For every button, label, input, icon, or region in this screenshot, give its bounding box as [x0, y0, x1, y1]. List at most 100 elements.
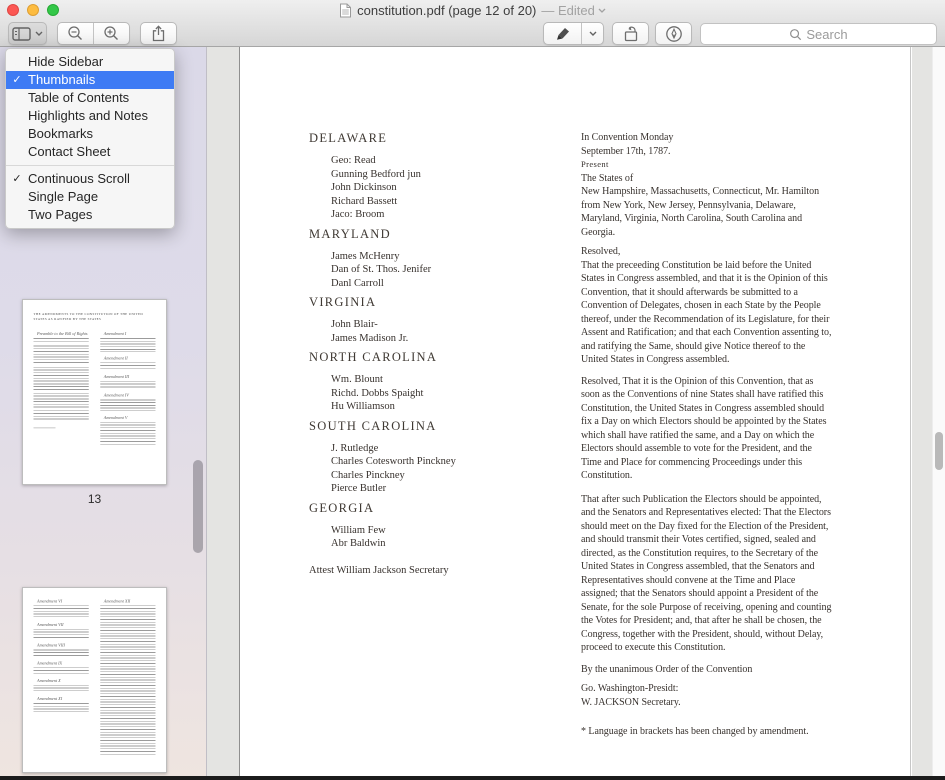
menu-item-highlights-and-notes[interactable]: Highlights and Notes: [6, 107, 174, 125]
share-icon: [151, 25, 166, 42]
marker-dropdown-button[interactable]: [581, 23, 603, 44]
delegate-name: Abr Baldwin: [331, 537, 559, 551]
thumbnail-title: THE AMENDMENTS TO THE CONSTITUTION OF TH…: [34, 312, 156, 322]
thumbnail-script-heading: Amendment I: [104, 331, 156, 336]
marker-segment: [543, 22, 604, 45]
menu-item-hide-sidebar[interactable]: Hide Sidebar: [6, 53, 174, 71]
thumbnail-left-column: Preamble to the Bill of Rights: [34, 328, 89, 446]
signature-lines: Go. Washington-Presidt: W. JACKSON Secre…: [581, 682, 833, 709]
markup-toolbar-button[interactable]: [655, 22, 692, 45]
pdf-doc-icon: [339, 3, 352, 18]
desktop-edge-strip: [0, 776, 945, 780]
present-label: Present: [581, 158, 833, 172]
delegate-name: Geo: Read: [331, 154, 559, 168]
thumbnail-text-lines: [34, 668, 89, 675]
chevron-down-icon: [598, 8, 606, 13]
states-list-paragraph: New Hampshire, Massachusetts, Connecticu…: [581, 185, 833, 239]
thumbnail-text-lines: [34, 411, 89, 421]
preview-window: constitution.pdf (page 12 of 20) — Edite…: [0, 0, 945, 780]
delegate-name: John Blair-: [331, 318, 559, 332]
publication-paragraph: That after such Publication the Electors…: [581, 493, 833, 655]
thumbnail-content-2: Amendment VIAmendment VIIAmendment VIIIA…: [23, 588, 166, 772]
search-input[interactable]: Search: [700, 23, 937, 45]
share-button[interactable]: [140, 22, 177, 45]
titlebar[interactable]: constitution.pdf (page 12 of 20) — Edite…: [0, 0, 945, 21]
pen-circle-icon: [665, 25, 683, 43]
toolbar: Search: [0, 21, 945, 47]
thumbnail-text-lines: [34, 703, 89, 714]
menu-item-label: Single Page: [28, 188, 98, 206]
sidebar-panel-icon: [12, 27, 31, 41]
thumbnail-script-heading: Amendment XII: [104, 599, 156, 604]
delegate-name: Jaco: Broom: [331, 208, 559, 222]
menu-item-label: Continuous Scroll: [28, 170, 130, 188]
thumbnail-text-lines: [34, 685, 89, 693]
menu-item-label: Highlights and Notes: [28, 107, 148, 125]
thumbnail-text-lines: [34, 650, 89, 658]
delegate-name: Pierce Butler: [331, 482, 559, 496]
thumbnail-columns: Amendment VIAmendment VIIAmendment VIIIA…: [34, 595, 156, 756]
delegate-name: Richard Bassett: [331, 195, 559, 209]
sidebar-view-menu: Hide Sidebar✓ThumbnailsTable of Contents…: [5, 48, 175, 229]
delegate-name: John Dickinson: [331, 181, 559, 195]
chevron-down-icon: [35, 31, 43, 36]
resolution-column: In Convention Monday September 17th, 178…: [581, 47, 833, 739]
menu-item-single-page[interactable]: Single Page: [6, 188, 174, 206]
zoom-segment: [57, 22, 130, 45]
sidebar-scrollbar[interactable]: [193, 460, 203, 553]
state-heading-delaware: DELAWARE: [309, 131, 559, 146]
footnote: * Language in brackets has been changed …: [581, 725, 833, 739]
menu-separator: [6, 165, 174, 166]
delegate-list: Wm. BlountRichd. Dobbs SpaightHu William…: [331, 373, 559, 414]
menu-item-table-of-contents[interactable]: Table of Contents: [6, 89, 174, 107]
search-placeholder: Search: [806, 27, 847, 42]
thumbnail-content-1: THE AMENDMENTS TO THE CONSTITUTION OF TH…: [23, 300, 166, 484]
rotate-left-button[interactable]: [612, 22, 649, 45]
thumbnail-right-column: Amendment XII: [100, 595, 155, 756]
thumbnail-text-lines: [100, 338, 155, 352]
main-scroll-track[interactable]: [932, 47, 945, 780]
thumbnail-script-heading: Amendment VIII: [37, 643, 89, 648]
menu-item-label: Contact Sheet: [28, 143, 110, 161]
thumbnail-text-lines: [34, 629, 89, 639]
thumbnail-text-lines: [34, 367, 89, 390]
menu-item-label: Two Pages: [28, 206, 92, 224]
thumbnail-text-lines: [100, 381, 155, 389]
delegate-list: J. RutledgeCharles Cotesworth PinckneyCh…: [331, 442, 559, 496]
window-chrome: constitution.pdf (page 12 of 20) — Edite…: [0, 0, 945, 47]
date-line: September 17th, 1787.: [581, 145, 833, 159]
highlight-marker-button[interactable]: [544, 23, 581, 44]
menu-item-bookmarks[interactable]: Bookmarks: [6, 125, 174, 143]
edited-menu[interactable]: — Edited: [541, 3, 605, 18]
zoom-in-button[interactable]: [93, 23, 129, 44]
delegate-name: J. Rutledge: [331, 442, 559, 456]
menu-item-thumbnails[interactable]: ✓Thumbnails: [6, 71, 174, 89]
thumbnail-script-heading: Amendment VI: [37, 599, 89, 604]
menu-item-two-pages[interactable]: Two Pages: [6, 206, 174, 224]
signatures-column: DELAWAREGeo: ReadGunning Bedford junJohn…: [309, 47, 559, 576]
menu-item-continuous-scroll[interactable]: ✓Continuous Scroll: [6, 170, 174, 188]
thumbnail-right-column: Amendment IAmendment IIAmendment IIIAmen…: [100, 328, 155, 446]
page-margin-right: [912, 47, 932, 780]
thumbnail-page-13[interactable]: THE AMENDMENTS TO THE CONSTITUTION OF TH…: [22, 299, 167, 506]
thumbnail-script-heading: Amendment V: [104, 415, 156, 420]
thumbnail-label: 13: [22, 492, 167, 506]
marker-pen-icon: [554, 26, 572, 41]
thumbnail-text-lines: [100, 400, 155, 412]
delegate-name: James Madison Jr.: [331, 332, 559, 346]
main-scrollbar[interactable]: [935, 432, 943, 470]
menu-item-label: Table of Contents: [28, 89, 129, 107]
convention-line: In Convention Monday: [581, 131, 833, 145]
window-title: constitution.pdf (page 12 of 20): [357, 3, 536, 18]
thumbnail-text-lines: [34, 606, 89, 619]
menu-item-label: Hide Sidebar: [28, 53, 103, 71]
pdf-page[interactable]: DELAWAREGeo: ReadGunning Bedford junJohn…: [239, 47, 911, 776]
thumbnail-script-heading: Amendment XI: [37, 696, 89, 701]
thumbnail-page-14[interactable]: Amendment VIAmendment VIIAmendment VIIIA…: [22, 587, 167, 773]
zoom-out-button[interactable]: [58, 23, 93, 44]
thumbnail-script-heading: Preamble to the Bill of Rights: [37, 331, 89, 336]
thumbnail-left-column: Amendment VIAmendment VIIAmendment VIIIA…: [34, 595, 89, 756]
menu-item-contact-sheet[interactable]: Contact Sheet: [6, 143, 174, 161]
thumbnail-script-heading: Amendment IX: [37, 661, 89, 666]
sidebar-view-button[interactable]: [8, 22, 47, 45]
